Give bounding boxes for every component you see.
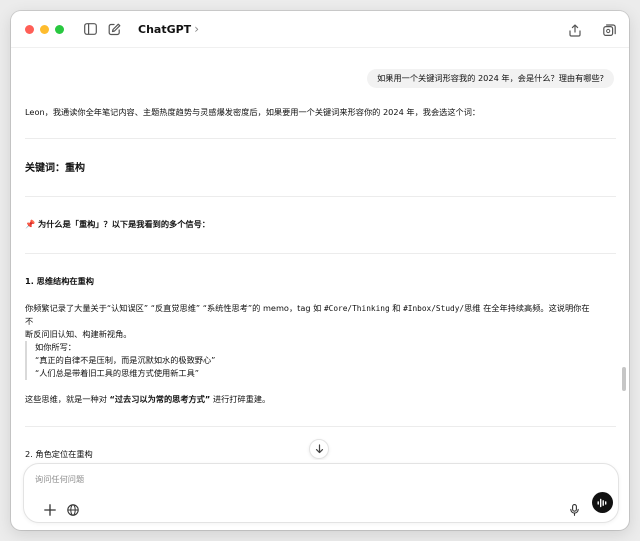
conversation-area: 如果用一个关键词形容我的 2024 年，会是什么？理由有哪些? Leon，我通读… (11, 49, 629, 460)
section1-text-b: 和 (389, 303, 404, 313)
message-input[interactable]: 询问任何问题 (35, 473, 84, 485)
quote-line-1: “真正的自律不是压制，而是沉默如水的极致野心” (35, 355, 216, 365)
divider (25, 426, 616, 427)
app-title: ChatGPT (138, 22, 192, 36)
window-controls (25, 24, 64, 34)
divider (25, 253, 616, 254)
chevron-right-icon: › (194, 22, 199, 36)
section1-title: 1. 思维结构在重构 (25, 276, 94, 286)
minimize-window-button[interactable] (40, 24, 49, 34)
maximize-window-button[interactable] (55, 24, 64, 34)
arrow-down-icon (315, 444, 323, 454)
section1-line2: 断反问旧认知、构建新视角。 (25, 329, 132, 339)
section1-paragraph: 你频繁记录了大量关于“认知误区” “反直觉思维” “系统性思考”的 memo，t… (25, 302, 595, 341)
divider (25, 138, 616, 139)
plus-icon[interactable] (43, 503, 57, 517)
divider (25, 196, 616, 197)
scroll-to-bottom-button[interactable] (309, 439, 329, 459)
keyword-heading: 关键词：重构 (25, 163, 85, 174)
close-window-button[interactable] (25, 24, 34, 34)
reasons-heading: 📌 为什么是「重构」？以下是我看到的多个信号： (25, 219, 210, 229)
blockquote: 如你所写： “真正的自律不是压制，而是沉默如水的极致野心” “人们总是带着旧工具… (25, 341, 215, 380)
globe-icon[interactable] (66, 503, 80, 517)
sidebar-toggle-icon[interactable] (80, 19, 100, 39)
user-message: 如果用一个关键词形容我的 2024 年，会是什么？理由有哪些? (367, 69, 614, 88)
composer[interactable]: 询问任何问题 (23, 463, 619, 523)
assistant-intro: Leon，我通读你全年笔记内容、主题热度趋势与灵感爆发密度后，如果要用一个关键词… (25, 107, 481, 117)
share-icon[interactable] (565, 20, 585, 40)
conclusion-text-b: 进行打碎重建。 (210, 394, 271, 404)
section1-text-a: 你频繁记录了大量关于“认知误区” “反直觉思维” “系统性思考”的 memo，t… (25, 303, 324, 313)
quote-intro: 如你所写： (35, 342, 76, 352)
section1-conclusion: 这些思维，就是一种对 “过去习以为常的思考方式” 进行打碎重建。 (25, 393, 270, 406)
temporary-chat-icon[interactable] (599, 20, 619, 40)
title-bar: ChatGPT › (11, 11, 629, 48)
microphone-icon[interactable] (568, 503, 580, 517)
quote-line-2: “人们总是带着旧工具的思维方式使用新工具” (35, 368, 200, 378)
voice-mode-icon (597, 498, 607, 507)
conclusion-text-a: 这些思维，就是一种对 (25, 394, 110, 404)
new-chat-icon[interactable] (104, 19, 124, 39)
voice-mode-button[interactable] (592, 492, 613, 513)
model-selector[interactable]: ChatGPT › (138, 22, 199, 36)
section2-title: 2. 角色定位在重构 (25, 449, 93, 459)
app-window: ChatGPT › 如果用一个关键词形容我的 2024 年，会是什么？理由有哪些… (11, 11, 629, 530)
tag-inbox-study: #Inbox/Study/ (403, 304, 465, 313)
titlebar-actions (565, 20, 619, 40)
scrollbar-thumb[interactable] (622, 367, 626, 391)
tag-core-thinking: #Core/Thinking (323, 304, 390, 313)
conclusion-emphasis: “过去习以为常的思考方式” (109, 394, 211, 404)
section1-line1: 你频繁记录了大量关于“认知误区” “反直觉思维” “系统性思考”的 memo，t… (25, 302, 595, 328)
